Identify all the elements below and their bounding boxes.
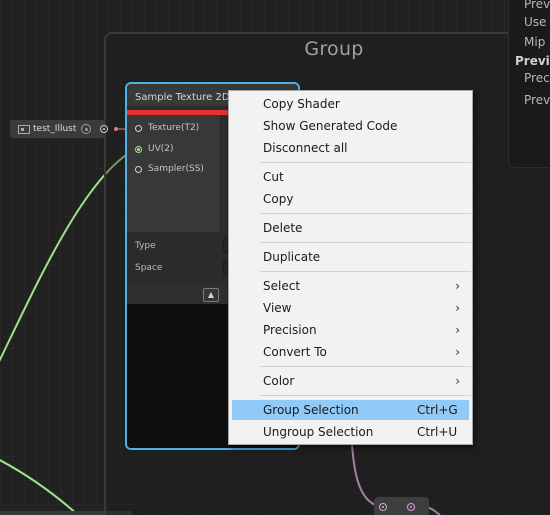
preview-icon[interactable] (81, 124, 91, 134)
menu-item-select[interactable]: Select › (232, 276, 469, 296)
port-sampler[interactable]: Sampler(SS) (135, 164, 204, 174)
menu-item-ungroup-selection[interactable]: Ungroup Selection Ctrl+U (232, 422, 469, 442)
bottom-node[interactable] (374, 497, 429, 515)
menu-item-duplicate[interactable]: Duplicate (232, 247, 469, 267)
property-output-port[interactable] (100, 125, 108, 133)
inspector-section-header[interactable]: Previe (515, 54, 550, 68)
port-label: UV(2) (148, 144, 174, 154)
chevron-right-icon: › (455, 374, 460, 388)
port-circle-icon[interactable] (135, 145, 142, 153)
menu-item-show-generated-code[interactable]: Show Generated Code (232, 116, 469, 136)
menu-separator (260, 395, 471, 396)
context-menu: Copy Shader Show Generated Code Disconne… (228, 90, 473, 445)
texture-icon (18, 124, 30, 134)
inspector-row[interactable]: Precis (524, 71, 550, 85)
menu-separator (260, 162, 471, 163)
menu-item-view[interactable]: View › (232, 298, 469, 318)
menu-item-cut[interactable]: Cut (232, 167, 469, 187)
shortcut-label: Ctrl+G (417, 403, 458, 417)
graph-inspector-panel: Previ Use C Mip S Previe Precis Previ (508, 0, 550, 168)
node-title: Sample Texture 2D (135, 92, 230, 103)
shortcut-label: Ctrl+U (417, 425, 458, 439)
menu-item-group-selection[interactable]: Group Selection Ctrl+G (232, 400, 469, 420)
inspector-row[interactable]: Previ (524, 0, 550, 11)
chevron-up-icon[interactable]: ▲ (203, 288, 219, 302)
menu-item-convert-to[interactable]: Convert To › (232, 342, 469, 362)
inspector-row[interactable]: Use C (524, 15, 550, 29)
menu-separator (260, 366, 471, 367)
chevron-right-icon: › (455, 301, 460, 315)
menu-item-delete[interactable]: Delete (232, 218, 469, 238)
chevron-right-icon: › (455, 323, 460, 337)
wire-connector-dot (114, 127, 118, 131)
menu-item-disconnect-all[interactable]: Disconnect all (232, 138, 469, 158)
port-uv[interactable]: UV(2) (135, 144, 174, 154)
bottom-green-wire (0, 459, 79, 515)
inspector-row[interactable]: Mip S (524, 35, 550, 49)
chevron-right-icon: › (455, 279, 460, 293)
menu-separator (260, 213, 471, 214)
port-circle-icon[interactable] (379, 503, 387, 511)
group-title[interactable]: Group (106, 38, 550, 60)
menu-separator (260, 242, 471, 243)
chevron-right-icon: › (455, 345, 460, 359)
port-texture[interactable]: Texture(T2) (135, 123, 199, 133)
texture-property-node[interactable]: test_Illust (10, 120, 108, 138)
menu-item-precision[interactable]: Precision › (232, 320, 469, 340)
port-circle-icon[interactable] (135, 165, 142, 173)
port-label: Sampler(SS) (148, 164, 204, 174)
port-label: Texture(T2) (148, 123, 200, 133)
menu-item-copy-shader[interactable]: Copy Shader (232, 94, 469, 114)
inspector-row[interactable]: Previ (524, 93, 550, 107)
menu-item-copy[interactable]: Copy (232, 189, 469, 209)
menu-item-color[interactable]: Color › (232, 371, 469, 391)
port-circle-icon[interactable] (407, 503, 415, 511)
menu-separator (260, 271, 471, 272)
field-label-space: Space (135, 263, 163, 273)
property-node-label: test_Illust (33, 124, 77, 134)
port-circle-icon[interactable] (135, 124, 142, 132)
field-label-type: Type (135, 241, 156, 251)
